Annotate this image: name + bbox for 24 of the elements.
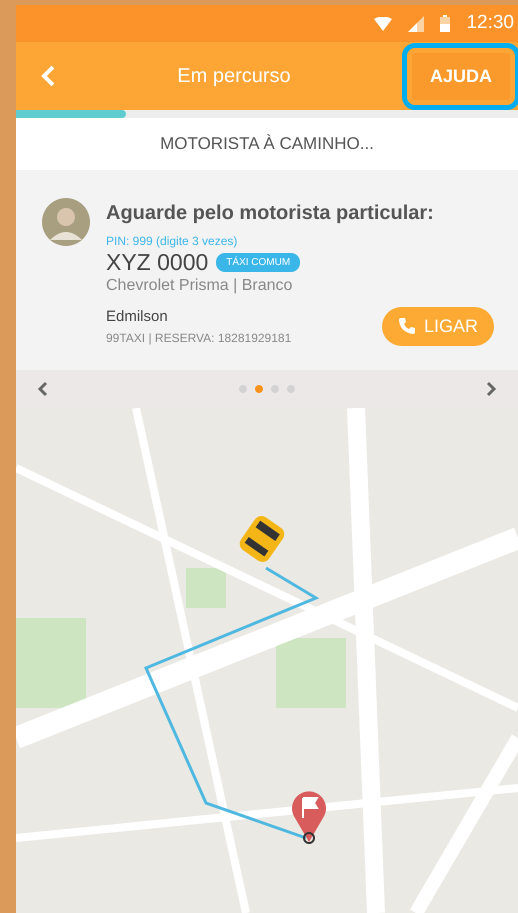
status-header: MOTORISTA À CAMINHO... — [160, 133, 374, 156]
driver-name: Edmilson — [106, 307, 169, 328]
page-dot[interactable] — [287, 385, 295, 393]
page-dot[interactable] — [239, 385, 247, 393]
screen-title: Em percurso — [176, 64, 292, 89]
page-dot[interactable] — [255, 385, 263, 393]
previous-icon[interactable] — [38, 381, 48, 397]
wifi-icon — [374, 16, 392, 30]
card-heading: Aguarde pelo motorista particular: — [106, 201, 435, 226]
car-model: Chevrolet Prisma | Branco — [106, 276, 294, 296]
battery-icon — [440, 15, 450, 32]
next-icon[interactable] — [486, 381, 496, 397]
signal-icon — [408, 16, 424, 32]
clock-time: 12:30 — [466, 11, 514, 36]
avatar-icon — [42, 198, 90, 246]
category-tag: TÁXI COMUM — [216, 252, 300, 272]
page-dot[interactable] — [271, 385, 279, 393]
help-button[interactable]: AJUDA — [412, 52, 510, 100]
pin-text: PIN: 999 (digite 3 vezes) — [106, 233, 238, 250]
reservation-text: 99TAXI | RESERVA: 18281929181 — [106, 330, 292, 347]
back-icon[interactable] — [40, 64, 56, 88]
call-button[interactable]: LIGAR — [382, 306, 494, 346]
plate-number: XYZ 0000 — [106, 250, 208, 274]
phone-icon — [398, 317, 416, 336]
